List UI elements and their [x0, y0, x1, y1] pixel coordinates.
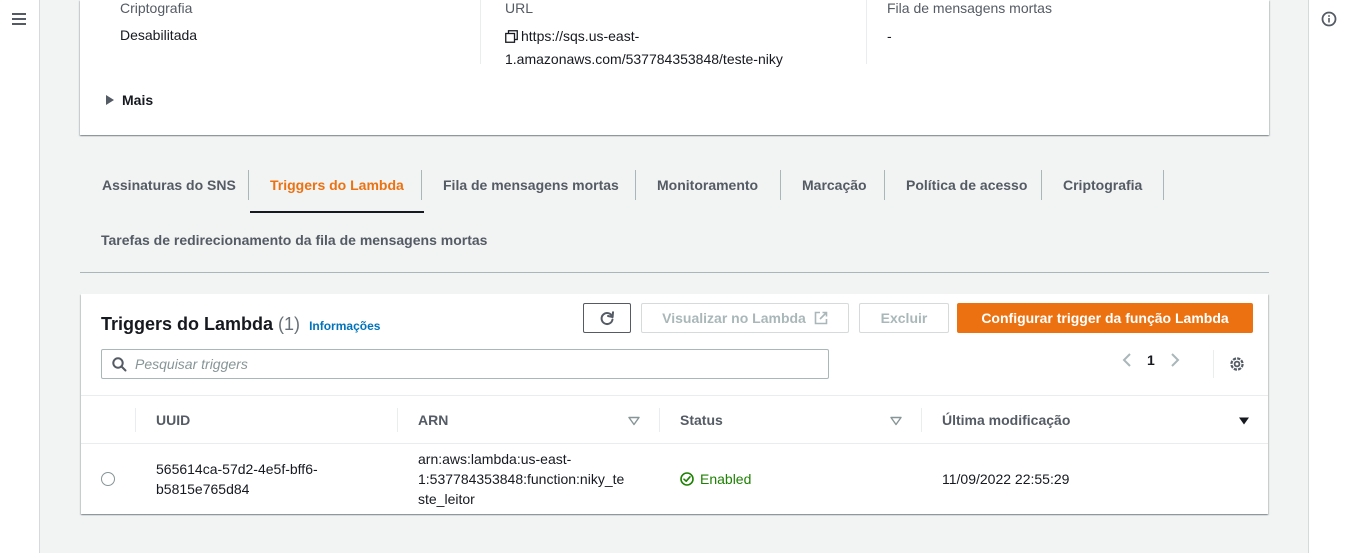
triggers-header: Triggers do Lambda (1) Informações	[101, 314, 380, 335]
tab-divider	[1163, 170, 1164, 200]
right-tools-rail	[1308, 0, 1349, 553]
row-select-radio[interactable]	[101, 472, 115, 486]
sort-icon[interactable]	[628, 416, 640, 426]
refresh-button[interactable]	[583, 303, 631, 333]
configure-trigger-button[interactable]: Configurar trigger da função Lambda	[957, 303, 1253, 333]
search-icon	[112, 356, 127, 371]
tab-lambda-triggers[interactable]: Triggers do Lambda	[250, 170, 424, 213]
dlq-label: Fila de mensagens mortas	[887, 0, 1052, 16]
url-line-1: https://sqs.us-east-	[521, 28, 640, 44]
table-row[interactable]: 565614ca-57d2-4e5f-bff6- b5815e765d84 ar…	[81, 444, 1268, 514]
tab-divider	[1041, 170, 1042, 200]
url-value: https://sqs.us-east- 1.amazonaws.com/537…	[505, 25, 845, 71]
cell-arn: arn:aws:lambda:us-east- 1:537784353848:f…	[418, 449, 624, 509]
triggers-title: Triggers do Lambda	[101, 314, 274, 334]
encryption-label: Criptografia	[120, 0, 193, 16]
sort-icon[interactable]	[890, 416, 902, 426]
tab-divider	[780, 170, 781, 200]
column-divider	[135, 408, 136, 432]
cell-uuid: 565614ca-57d2-4e5f-bff6- b5815e765d84	[156, 459, 318, 499]
column-divider	[397, 408, 398, 432]
cell-status: Enabled	[680, 469, 751, 489]
url-label: URL	[505, 0, 534, 16]
column-divider	[480, 0, 481, 64]
uuid-line-1: 565614ca-57d2-4e5f-bff6-	[156, 461, 318, 477]
table-header: UUID ARN Status Última modificação	[81, 395, 1268, 444]
column-header-last-modified[interactable]: Última modificação	[942, 396, 1070, 444]
tab-divider	[635, 170, 636, 200]
more-expand-toggle[interactable]: Mais	[106, 92, 153, 108]
dlq-detail: Fila de mensagens mortas -	[887, 0, 1052, 46]
status-badge: Enabled	[700, 471, 752, 487]
refresh-icon	[600, 311, 614, 326]
chevron-left-icon[interactable]	[1121, 352, 1133, 368]
arn-line-1: arn:aws:lambda:us-east-	[418, 451, 572, 467]
chevron-right-icon[interactable]	[1169, 352, 1181, 368]
tab-sns-subscriptions[interactable]: Assinaturas do SNS	[102, 170, 236, 213]
left-navigation-rail	[0, 0, 40, 553]
arn-line-3: ste_leitor	[418, 491, 475, 507]
dlq-value: -	[887, 28, 892, 44]
column-header-uuid[interactable]: UUID	[156, 396, 190, 444]
lambda-triggers-container: Triggers do Lambda (1) Informações Visua…	[81, 294, 1268, 514]
caret-right-icon	[106, 95, 114, 105]
sort-descending-icon[interactable]	[1238, 416, 1250, 426]
delete-button[interactable]: Excluir	[859, 303, 949, 333]
column-divider	[921, 408, 922, 432]
page-number[interactable]: 1	[1147, 352, 1155, 368]
url-line-2: 1.amazonaws.com/537784353848/teste-niky	[505, 51, 783, 67]
column-header-arn[interactable]: ARN	[418, 396, 448, 444]
view-in-lambda-button[interactable]: Visualizar no Lambda	[641, 303, 849, 333]
info-icon[interactable]	[1321, 11, 1337, 27]
info-link[interactable]: Informações	[309, 319, 380, 333]
tab-tagging[interactable]: Marcação	[802, 170, 867, 213]
gear-icon[interactable]	[1228, 355, 1246, 373]
uuid-line-2: b5815e765d84	[156, 481, 250, 497]
tab-divider	[421, 170, 422, 200]
tab-divider	[248, 170, 249, 200]
column-header-status[interactable]: Status	[680, 396, 723, 444]
queue-tabs: Assinaturas do SNS Triggers do Lambda Fi…	[80, 160, 1269, 273]
check-circle-icon	[680, 472, 694, 486]
hamburger-icon[interactable]	[12, 13, 26, 25]
more-label: Mais	[122, 92, 154, 108]
cell-last-modified: 11/09/2022 22:55:29	[942, 471, 1070, 487]
search-triggers-field[interactable]	[101, 349, 829, 379]
pager-divider	[1213, 350, 1214, 378]
encryption-value: Desabilitada	[120, 27, 198, 43]
tab-monitoring[interactable]: Monitoramento	[657, 170, 758, 213]
tab-access-policy[interactable]: Política de acesso	[906, 170, 1027, 213]
tab-dead-letter-queue[interactable]: Fila de mensagens mortas	[443, 170, 619, 213]
encryption-detail: Criptografia Desabilitada	[120, 0, 197, 45]
tab-dlq-redrive-tasks[interactable]: Tarefas de redirecionamento da fila de m…	[101, 232, 487, 248]
url-detail: URL https://sqs.us-east- 1.amazonaws.com…	[505, 0, 845, 71]
external-link-icon	[814, 311, 828, 325]
arn-line-2: 1:537784353848:function:niky_te	[418, 471, 625, 487]
copy-icon[interactable]	[505, 30, 518, 43]
search-input[interactable]	[135, 356, 815, 372]
column-divider	[866, 0, 867, 64]
column-divider	[659, 408, 660, 432]
tab-encryption[interactable]: Criptografia	[1063, 170, 1142, 213]
queue-details-panel: Criptografia Desabilitada URL https://sq…	[80, 0, 1269, 135]
tab-divider	[884, 170, 885, 200]
pagination: 1	[1121, 352, 1181, 368]
triggers-count: (1)	[278, 314, 301, 334]
view-in-lambda-label: Visualizar no Lambda	[662, 310, 806, 326]
